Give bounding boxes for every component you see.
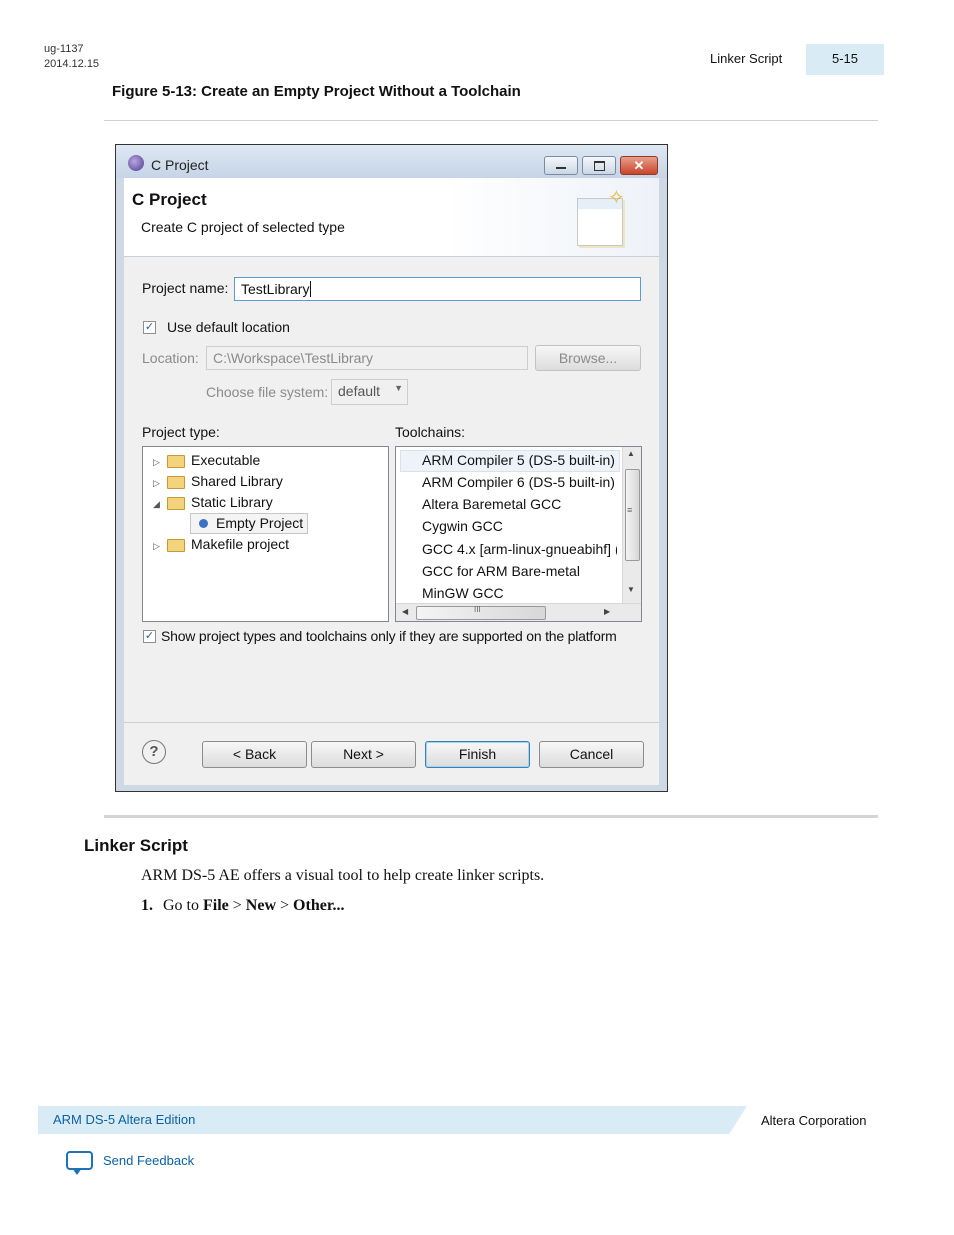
scroll-up-icon[interactable]: ▲ [627, 449, 635, 458]
location-label: Location: [142, 350, 199, 366]
menu-new: New [245, 897, 277, 914]
file-system-select[interactable]: default ▼ [331, 379, 408, 405]
toolchain-item[interactable]: GCC 4.x [arm-linux-gnueabihf] ( [396, 538, 617, 560]
show-supported-checkbox[interactable]: ✓ [143, 630, 156, 643]
next-button[interactable]: Next > [311, 741, 416, 768]
tree-item-shared-library[interactable]: ▷ Shared Library [153, 471, 283, 492]
help-icon[interactable]: ? [142, 740, 166, 764]
section-intro: ARM DS-5 AE offers a visual tool to help… [141, 867, 545, 884]
toolchain-item[interactable]: ARM Compiler 5 (DS-5 built-in) [396, 449, 615, 471]
step-1: 1. Go to File > New > Other... [141, 897, 345, 914]
scroll-right-icon[interactable]: ▶ [604, 607, 610, 616]
scroll-left-icon[interactable]: ◀ [402, 607, 408, 616]
dialog-button-bar: ? < Back Next > Finish Cancel [124, 722, 659, 785]
figure-caption: Figure 5-13: Create an Empty Project Wit… [112, 83, 521, 100]
folder-icon [167, 538, 185, 552]
close-icon: ✕ [633, 158, 645, 173]
folder-icon [167, 475, 185, 489]
toolchain-item[interactable]: Cygwin GCC [396, 515, 503, 537]
grip-icon: III [474, 605, 481, 614]
folder-icon [167, 454, 185, 468]
tree-item-makefile-project[interactable]: ▷ Makefile project [153, 534, 289, 555]
toolchain-item[interactable]: MinGW GCC [396, 582, 504, 604]
finish-button[interactable]: Finish [425, 741, 530, 768]
project-name-value: TestLibrary [241, 281, 310, 297]
tree-item-empty-project[interactable]: Empty Project [190, 513, 309, 534]
feedback-icon-tail [72, 1168, 82, 1175]
vertical-scroll-thumb[interactable] [625, 469, 640, 561]
close-button[interactable]: ✕ [620, 156, 658, 175]
tree-item-static-library[interactable]: ◢ Static Library [153, 492, 273, 513]
project-type-label: Project type: [142, 424, 220, 440]
horizontal-scroll-thumb[interactable] [416, 606, 546, 620]
step-number: 1. [141, 897, 153, 914]
send-feedback-link[interactable]: Send Feedback [103, 1153, 194, 1168]
dialog-body: Project name: TestLibrary ✓ Use default … [124, 257, 659, 722]
toolchain-item[interactable]: ARM Compiler 6 (DS-5 built-in) [396, 471, 615, 493]
expand-arrow-icon[interactable]: ▷ [153, 452, 167, 473]
section-heading: Linker Script [84, 836, 188, 855]
minimize-button[interactable] [544, 156, 578, 175]
sparkle-icon: ✧ [608, 187, 625, 209]
document-date: 2014.12.15 [44, 58, 100, 70]
menu-other: Other... [293, 897, 345, 914]
maximize-button[interactable] [582, 156, 616, 175]
dialog-window-title: C Project [151, 157, 209, 173]
dialog-banner: C Project Create C project of selected t… [124, 178, 659, 257]
dialog-titlebar[interactable]: C Project ✕ [116, 145, 667, 178]
dialog-heading: C Project [132, 190, 207, 209]
document-id: ug-1137 [44, 43, 84, 55]
tree-item-executable[interactable]: ▷ Executable [153, 450, 260, 471]
toolchains-label: Toolchains: [395, 424, 466, 440]
running-section-title: Linker Script [710, 51, 783, 66]
footer-doc-title[interactable]: ARM DS-5 Altera Edition [53, 1112, 195, 1127]
browse-button[interactable]: Browse... [535, 345, 641, 371]
footer-company: Altera Corporation [761, 1113, 867, 1128]
expand-arrow-icon[interactable]: ▷ [153, 473, 167, 494]
use-default-location-label: Use default location [167, 319, 290, 335]
toolchain-item[interactable]: GCC for ARM Bare-metal [396, 560, 580, 582]
project-bullet-icon [199, 519, 208, 528]
cancel-button[interactable]: Cancel [539, 741, 644, 768]
caption-divider [104, 120, 878, 121]
c-project-dialog: C Project ✕ C Project Create C project o… [115, 144, 668, 792]
use-default-location-checkbox[interactable]: ✓ [143, 321, 156, 334]
expand-arrow-icon[interactable]: ▷ [153, 536, 167, 557]
scroll-down-icon[interactable]: ▼ [627, 585, 635, 594]
toolchains-list: ARM Compiler 5 (DS-5 built-in) ARM Compi… [395, 446, 642, 622]
page-number: 5-15 [831, 51, 859, 66]
grip-icon: ≡ [627, 505, 633, 515]
file-system-value: default [338, 383, 381, 399]
back-button[interactable]: < Back [202, 741, 307, 768]
vertical-scrollbar[interactable]: ▲ ≡ ▼ [622, 447, 641, 603]
folder-open-icon [167, 496, 185, 510]
chevron-down-icon: ▼ [394, 383, 403, 393]
toolchain-item[interactable]: Altera Baremetal GCC [396, 493, 561, 515]
dialog-subheading: Create C project of selected type [141, 219, 345, 235]
collapse-arrow-icon[interactable]: ◢ [153, 494, 167, 515]
project-name-label: Project name: [142, 280, 229, 296]
figure-bottom-divider [104, 815, 878, 818]
maximize-icon [594, 161, 605, 171]
project-type-tree: ▷ Executable ▷ Shared Library ◢ Static Libr… [142, 446, 389, 622]
eclipse-app-icon [128, 155, 144, 171]
location-value: C:\Workspace\TestLibrary [213, 350, 374, 366]
show-supported-label: Show project types and toolchains only i… [161, 628, 617, 644]
location-input[interactable]: C:\Workspace\TestLibrary [206, 346, 528, 370]
text-cursor [310, 281, 312, 297]
page-number-tab: 5-15 [806, 44, 884, 75]
file-system-label: Choose file system: [206, 384, 329, 400]
project-name-input[interactable]: TestLibrary [234, 277, 641, 301]
horizontal-scrollbar[interactable]: ◀ III ▶ [396, 603, 641, 621]
minimize-icon [556, 167, 566, 169]
menu-file: File [203, 897, 229, 914]
